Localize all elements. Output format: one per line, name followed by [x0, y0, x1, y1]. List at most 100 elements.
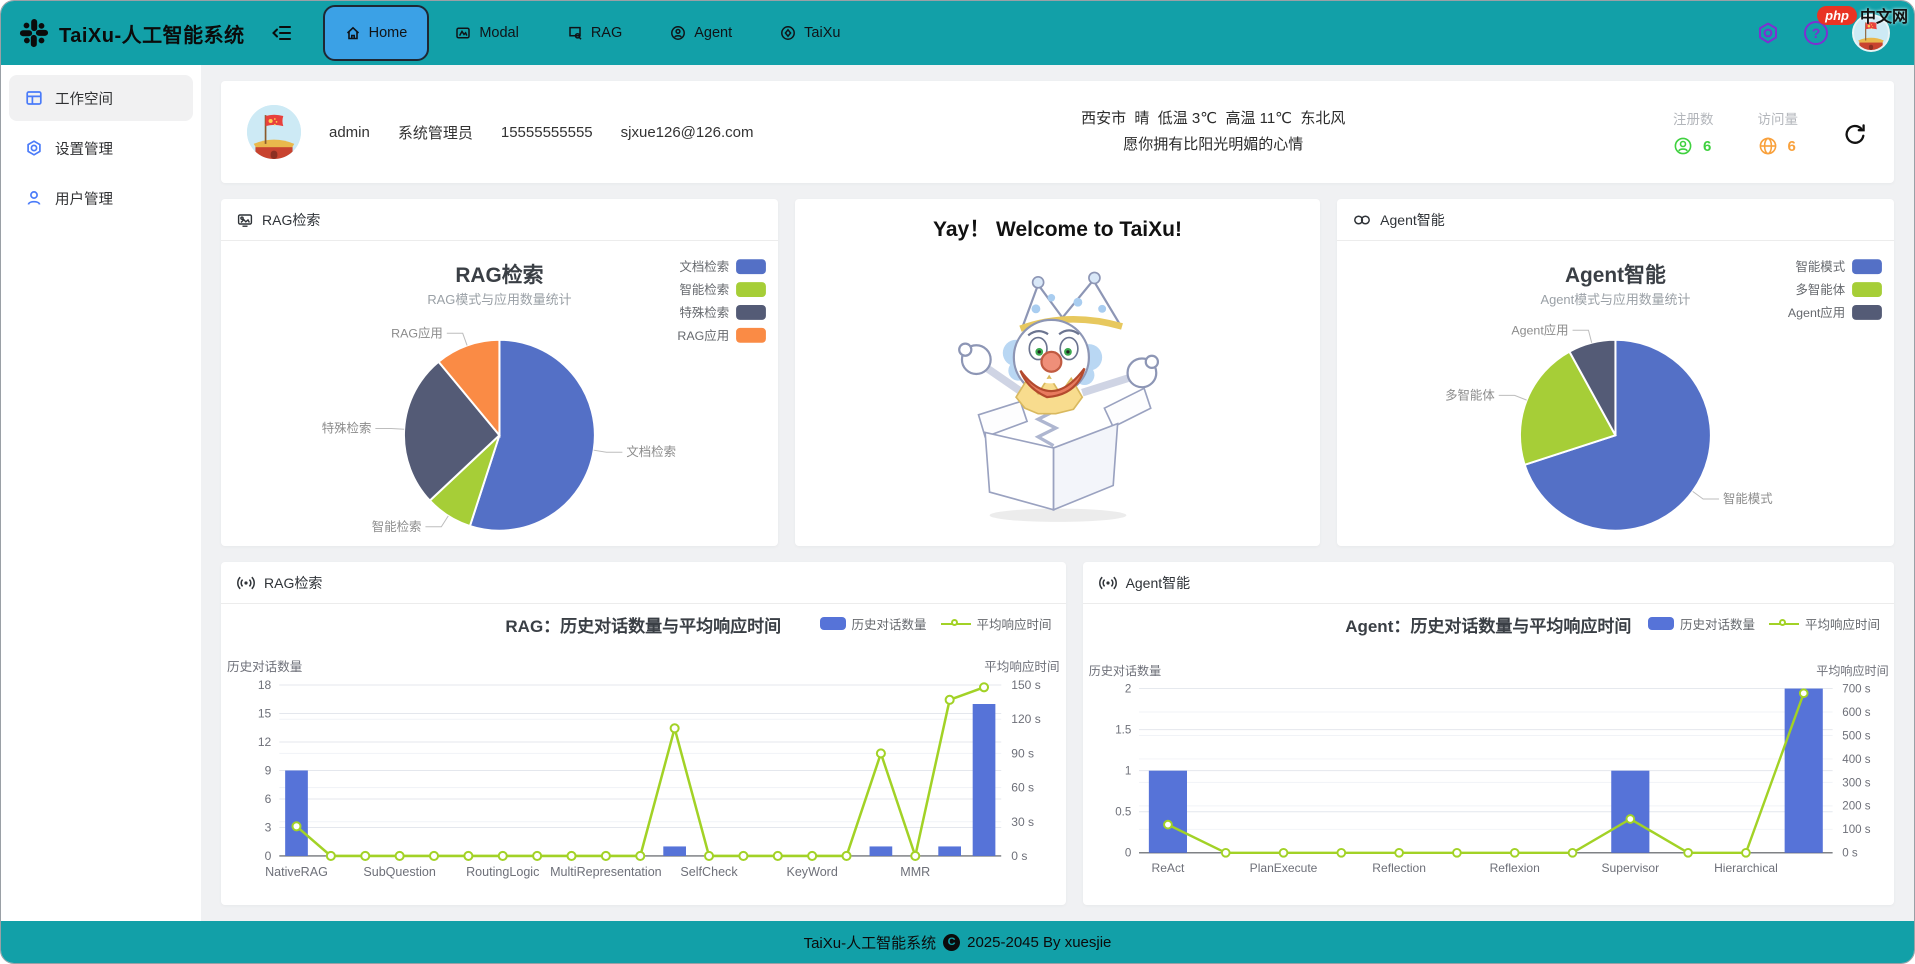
tab-label: Home [369, 25, 408, 41]
line-marker[interactable] [430, 852, 438, 860]
bar[interactable] [1784, 689, 1822, 853]
line-marker[interactable] [946, 696, 954, 704]
line-marker[interactable] [1221, 849, 1229, 857]
broadcast-icon [1099, 575, 1117, 591]
right-tick-label: 500 s [1842, 730, 1871, 742]
tab-taixu[interactable]: TaiXu [758, 5, 862, 61]
line-marker[interactable] [1626, 815, 1634, 823]
profile-summary: admin 系统管理员 15555555555 sjxue126@126.com [247, 105, 753, 159]
line-marker[interactable] [1510, 849, 1518, 857]
line-marker[interactable] [843, 852, 851, 860]
bar[interactable] [663, 846, 686, 855]
line-marker[interactable] [533, 852, 541, 860]
line-marker[interactable] [567, 852, 575, 860]
line-marker[interactable] [1568, 849, 1576, 857]
line-marker[interactable] [1684, 849, 1692, 857]
bar[interactable] [285, 770, 308, 855]
line-marker[interactable] [1742, 849, 1750, 857]
sidebar-item-settings[interactable]: 设置管理 [9, 125, 193, 171]
line-marker[interactable] [774, 852, 782, 860]
line-marker[interactable] [877, 749, 885, 757]
line-marker[interactable] [636, 852, 644, 860]
line-marker[interactable] [739, 852, 747, 860]
rag-combo-titlebar: RAG：历史对话数量与平均响应时间 历史对话数量 平均响应时间 [221, 612, 1066, 646]
tab-modal[interactable]: Modal [433, 5, 541, 61]
legend-swatch[interactable] [1852, 305, 1882, 320]
chart-legend: 历史对话数量 平均响应时间 [820, 614, 1052, 633]
legend-bar-series[interactable]: 历史对话数量 [1648, 614, 1755, 633]
sidebar-item-users[interactable]: 用户管理 [9, 175, 193, 221]
line-marker[interactable] [464, 852, 472, 860]
line-marker[interactable] [292, 822, 300, 830]
legend-line-series[interactable]: 平均响应时间 [1769, 614, 1880, 633]
bar[interactable] [1148, 771, 1186, 853]
modal-icon [455, 25, 471, 41]
line-marker[interactable] [1395, 849, 1403, 857]
line-marker[interactable] [1799, 689, 1807, 697]
watermark-site-label: 中文网 [1860, 3, 1908, 27]
shell: 工作空间 设置管理 用户管理 [1, 65, 1914, 921]
bar[interactable] [938, 846, 961, 855]
registered-user-icon [1673, 136, 1693, 156]
user-icon [25, 189, 43, 207]
tab-label: Agent [694, 25, 732, 41]
line-marker[interactable] [705, 852, 713, 860]
stats-block: 注册数 6 访问量 [1673, 108, 1868, 156]
rag-pie-chart-area: RAG检索RAG模式与应用数量统计文档检索智能检索特殊检索RAG应用文档检索智能… [221, 241, 778, 546]
right-tick-label: 0 s [1842, 848, 1858, 860]
settings-icon [25, 139, 43, 157]
legend-swatch[interactable] [736, 305, 766, 320]
legend-label: 历史对话数量 [1680, 614, 1755, 633]
infinity-icon [1353, 212, 1371, 228]
line-marker[interactable] [327, 852, 335, 860]
bar[interactable] [973, 704, 996, 856]
line-marker[interactable] [1164, 821, 1172, 829]
line-marker[interactable] [808, 852, 816, 860]
bar-swatch [820, 617, 846, 630]
left-axis-name: 历史对话数量 [227, 660, 302, 674]
line-swatch [941, 617, 971, 631]
settings-gear-icon[interactable] [1756, 21, 1780, 45]
agent-combo-chart-area: 历史对话数量平均响应时间0 s100 s200 s300 s400 s500 s… [1083, 646, 1894, 905]
line-marker[interactable] [1453, 849, 1461, 857]
legend-label: RAG应用 [677, 328, 729, 343]
app-logo-icon [19, 18, 49, 48]
tab-agent[interactable]: Agent [648, 5, 754, 61]
legend-line-series[interactable]: 平均响应时间 [941, 614, 1052, 633]
right-tick-label: 0 s [1011, 849, 1027, 863]
top-navbar: TaiXu-人工智能系统 Home Modal [1, 1, 1914, 65]
sidebar-item-workspace[interactable]: 工作空间 [9, 75, 193, 121]
left-tick-label: 12 [258, 735, 272, 749]
legend-swatch[interactable] [736, 282, 766, 297]
right-axis-name: 平均响应时间 [984, 659, 1059, 674]
legend-bar-series[interactable]: 历史对话数量 [820, 614, 927, 633]
tab-rag[interactable]: RAG [545, 5, 644, 61]
pie-label: 智能检索 [372, 519, 422, 534]
line-marker[interactable] [602, 852, 610, 860]
bar[interactable] [1611, 771, 1649, 853]
left-tick-label: 18 [258, 678, 272, 692]
line-marker[interactable] [361, 852, 369, 860]
legend-swatch[interactable] [1852, 259, 1882, 274]
globe-icon [1758, 136, 1778, 156]
card-agent-combo: Agent智能 Agent：历史对话数量与平均响应时间 历史对话数量 平均响应时… [1083, 562, 1894, 905]
line-marker[interactable] [911, 852, 919, 860]
bar[interactable] [870, 846, 893, 855]
line-marker[interactable] [980, 683, 988, 691]
pie-label-line [594, 450, 623, 452]
legend-swatch[interactable] [736, 328, 766, 343]
refresh-icon[interactable] [1842, 122, 1868, 153]
tab-home[interactable]: Home [323, 5, 430, 61]
legend-swatch[interactable] [736, 259, 766, 274]
card-title: Agent智能 [1126, 573, 1191, 593]
stat-label: 注册数 [1673, 108, 1714, 128]
line-marker[interactable] [671, 724, 679, 732]
legend-swatch[interactable] [1852, 282, 1882, 297]
sidebar-fold-icon[interactable] [271, 22, 293, 44]
left-tick-label: 9 [265, 763, 272, 777]
line-marker[interactable] [396, 852, 404, 860]
broadcast-icon [237, 575, 255, 591]
line-marker[interactable] [1279, 849, 1287, 857]
line-marker[interactable] [499, 852, 507, 860]
line-marker[interactable] [1337, 849, 1345, 857]
